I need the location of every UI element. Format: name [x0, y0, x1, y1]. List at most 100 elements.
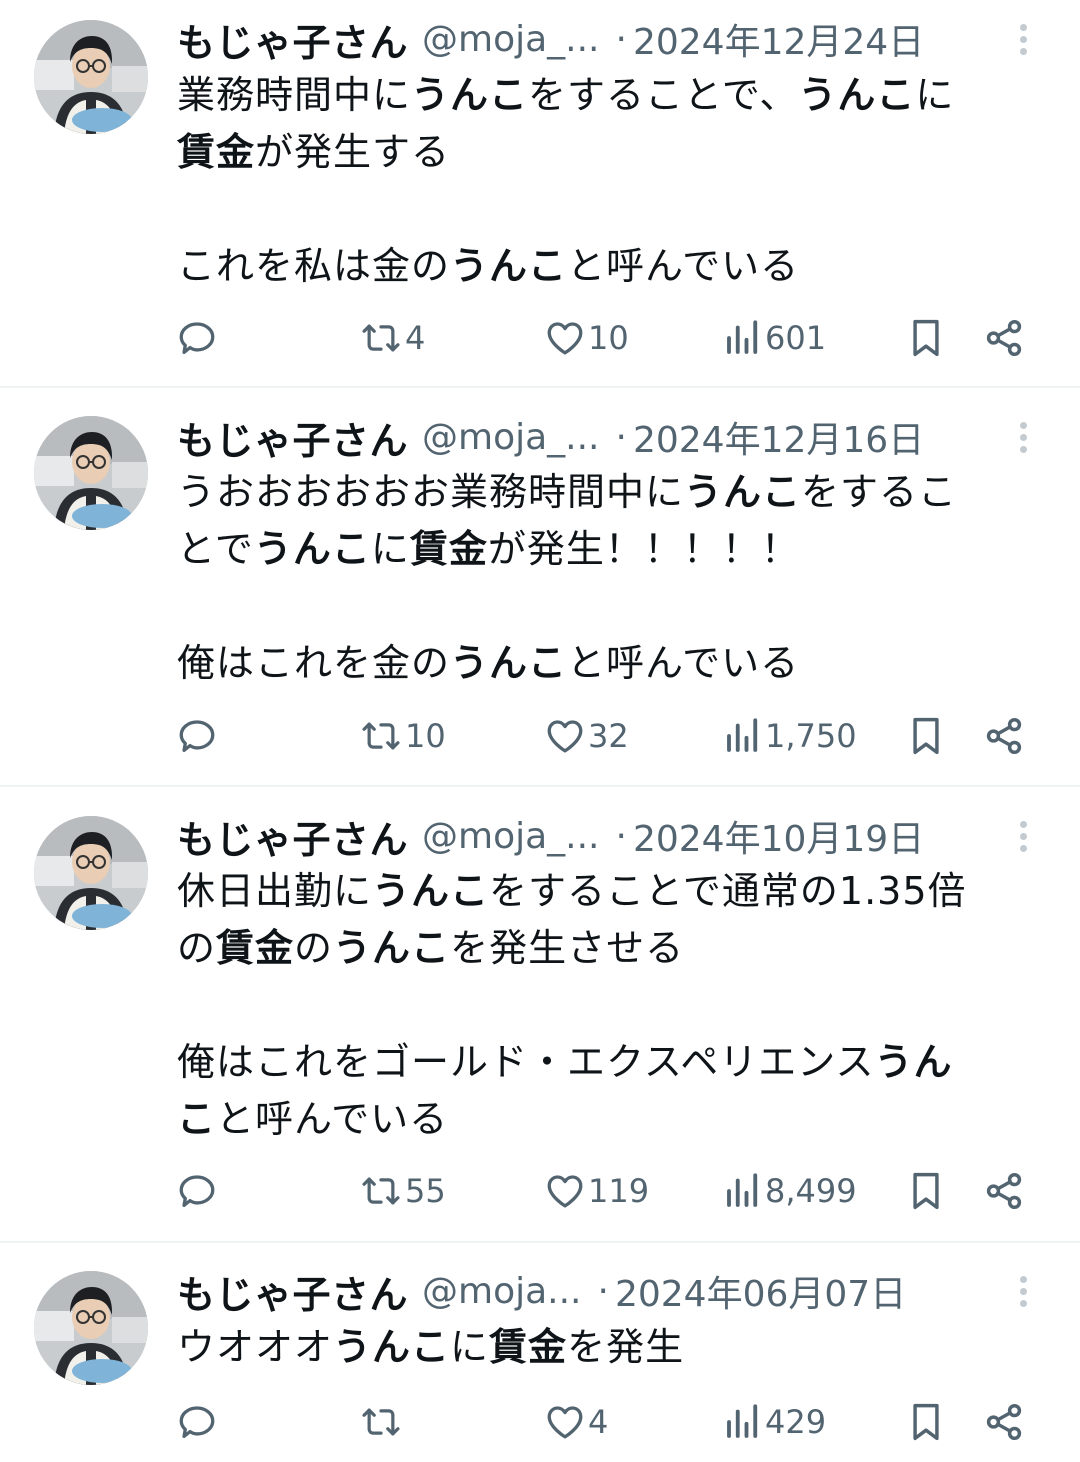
bookmark-icon [906, 714, 946, 758]
tweet-text-line: 賃金が発生する [177, 124, 1037, 181]
text-segment: に [370, 527, 410, 571]
text-segment: をすることで、 [528, 73, 799, 117]
share-icon [983, 317, 1025, 359]
share-button[interactable] [983, 1166, 1025, 1216]
more-options-icon[interactable] [1010, 811, 1036, 861]
retweet-button[interactable]: 10 [359, 711, 446, 761]
bookmark-button[interactable] [906, 711, 946, 761]
views-count: 429 [765, 1403, 827, 1441]
bookmark-icon [906, 316, 946, 360]
bold-text-segment: うんこ [372, 869, 490, 913]
reply-icon [176, 715, 218, 757]
likes-count: 10 [588, 319, 629, 357]
display-name[interactable]: もじゃ子さん [177, 1264, 408, 1319]
share-button[interactable] [983, 711, 1025, 761]
display-name[interactable]: もじゃ子さん [177, 809, 408, 864]
tweet-text-line: の賃金のうんこを発生させる [177, 920, 1037, 977]
tweet-text: うおおおおおお業務時間中にうんこをするこ とでうんこに賃金が発生！！！！！ 俺はこれ… [177, 464, 1037, 692]
tweet-date[interactable]: 2024年06月07日 [615, 1265, 906, 1317]
like-button[interactable]: 10 [544, 313, 629, 363]
bold-text-segment: うんこ [798, 73, 916, 117]
reply-button[interactable] [176, 1397, 218, 1447]
tweet-text-line: ウオオオうんこに賃金を発生 [177, 1319, 1037, 1376]
like-icon [544, 715, 586, 757]
text-segment: に [915, 73, 955, 117]
dot-separator: · [597, 1270, 609, 1312]
avatar[interactable] [34, 1271, 148, 1385]
tweet-text-line: うおおおおおお業務時間中にうんこをするこ [177, 464, 1037, 521]
tweet-text-line: 業務時間中にうんこをすることで、うんこに [177, 67, 1037, 124]
retweet-button[interactable]: 4 [359, 313, 425, 363]
bookmark-button[interactable] [906, 313, 946, 363]
share-button[interactable] [983, 1397, 1025, 1447]
bold-text-segment: うんこ [684, 470, 802, 514]
views-button[interactable]: 601 [723, 313, 826, 363]
user-handle[interactable]: @moja_... [422, 19, 600, 60]
bold-text-segment: うんこ [411, 73, 529, 117]
bookmark-button[interactable] [906, 1166, 946, 1216]
reply-icon [176, 317, 218, 359]
reply-button[interactable] [176, 313, 218, 363]
more-options-icon[interactable] [1010, 14, 1036, 64]
views-button[interactable]: 1,750 [723, 711, 857, 761]
tweet-divider [0, 785, 1080, 787]
bold-text-segment: 賃金 [177, 130, 256, 174]
tweet-text-line: これを私は金のうんこと呼んでいる [177, 238, 1037, 295]
user-handle[interactable]: @moja_... [422, 417, 600, 458]
dot-separator: · [615, 416, 627, 458]
avatar[interactable] [34, 816, 148, 930]
bold-text-segment: うんこ [333, 926, 451, 970]
reply-button[interactable] [176, 1166, 218, 1216]
retweet-button[interactable] [359, 1397, 405, 1447]
reply-button[interactable] [176, 711, 218, 761]
tweet-header: もじゃ子さん @moja_... · 2024年10月19日 [177, 809, 924, 864]
tweet-actions: 55 119 8,499 [0, 1166, 1080, 1216]
more-options-icon[interactable] [1010, 412, 1036, 462]
like-button[interactable]: 119 [544, 1166, 649, 1216]
text-segment: の [177, 926, 217, 970]
text-segment: に [450, 1325, 490, 1369]
display-name[interactable]: もじゃ子さん [177, 410, 408, 465]
bold-text-segment: うんこ [253, 527, 371, 571]
tweet-divider [0, 1241, 1080, 1243]
tweet-text-line: こと呼んでいる [177, 1091, 1037, 1148]
tweet-actions: 4 10 601 [0, 313, 1080, 363]
text-segment: これを私は金の [177, 244, 451, 288]
likes-count: 32 [588, 717, 629, 755]
views-icon [723, 1170, 763, 1212]
avatar[interactable] [34, 20, 148, 134]
tweet-text-line: 俺はこれをゴールド・エクスペリエンスうん [177, 1034, 1037, 1091]
views-icon [723, 715, 763, 757]
views-button[interactable]: 429 [723, 1397, 826, 1447]
share-button[interactable] [983, 313, 1025, 363]
views-icon [723, 317, 763, 359]
share-icon [983, 1401, 1025, 1443]
more-options-icon[interactable] [1010, 1266, 1036, 1316]
tweet-text: 業務時間中にうんこをすることで、うんこに 賃金が発生する これを私は金のうんこと呼ん… [177, 67, 1037, 295]
text-segment: 業務時間中に [177, 73, 412, 117]
bookmark-icon [906, 1400, 946, 1444]
views-button[interactable]: 8,499 [723, 1166, 857, 1216]
bookmark-button[interactable] [906, 1397, 946, 1447]
reply-icon [176, 1401, 218, 1443]
like-button[interactable]: 32 [544, 711, 629, 761]
text-segment: の [294, 926, 334, 970]
like-button[interactable]: 4 [544, 1397, 608, 1447]
tweet-date[interactable]: 2024年10月19日 [633, 810, 924, 862]
tweet-text-line: 休日出勤にうんこをすることで通常の1.35倍 [177, 863, 1037, 920]
user-handle[interactable]: @moja_... [422, 816, 600, 857]
dot-separator: · [615, 18, 627, 60]
tweet-date[interactable]: 2024年12月16日 [633, 411, 924, 463]
tweet-actions: 10 32 1,750 [0, 711, 1080, 761]
tweet-text: 休日出勤にうんこをすることで通常の1.35倍 の賃金のうんこを発生させる 俺はこれを… [177, 863, 1037, 1148]
tweet-date[interactable]: 2024年12月24日 [633, 13, 924, 65]
text-segment: を発生させる [450, 926, 685, 970]
retweet-button[interactable]: 55 [359, 1166, 446, 1216]
avatar[interactable] [34, 416, 148, 530]
user-handle[interactable]: @moja... [422, 1271, 582, 1312]
tweet-actions: 4 429 [0, 1397, 1080, 1447]
share-icon [983, 715, 1025, 757]
display-name[interactable]: もじゃ子さん [177, 12, 408, 67]
